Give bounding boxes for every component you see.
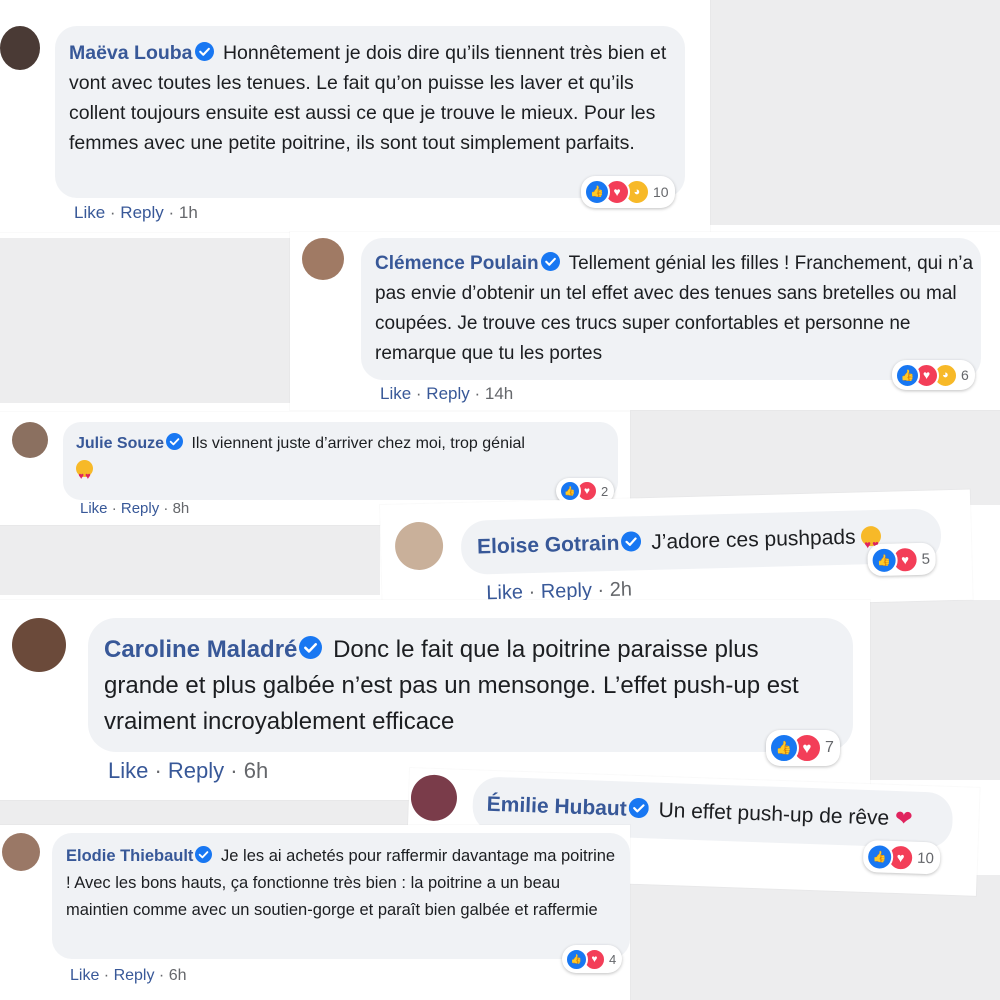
reaction-count: 2 (601, 483, 609, 499)
avatar[interactable] (2, 833, 40, 871)
like-reaction-icon: 👍 (769, 733, 799, 763)
like-link[interactable]: Like (70, 967, 99, 984)
reply-link[interactable]: Reply (121, 500, 159, 517)
red-heart-emoji-icon: ❤ (894, 806, 914, 831)
like-link[interactable]: Like (380, 384, 411, 403)
comment-bubble: Clémence Poulain Tellement génial les fi… (361, 238, 981, 380)
commenter-name[interactable]: Maëva Louba (69, 42, 193, 64)
reaction-count: 6 (961, 367, 969, 383)
like-link[interactable]: Like (108, 758, 148, 783)
reaction-summary[interactable]: 👍 ♥ ◕ 6 (892, 360, 975, 390)
reaction-summary[interactable]: 👍 ♥ 10 (862, 839, 941, 875)
verified-badge-icon (621, 531, 642, 552)
background-patch (0, 525, 380, 595)
comment-card: Clémence Poulain Tellement génial les fi… (290, 232, 1000, 410)
comment-text: Un effet push-up de rêve (658, 798, 890, 830)
reaction-summary[interactable]: 👍 ♥ ◕ 10 (581, 176, 675, 208)
avatar[interactable] (410, 774, 458, 822)
like-reaction-icon: 👍 (565, 947, 588, 971)
commenter-name[interactable]: Clémence Poulain (375, 253, 539, 274)
heart-eyes-emoji-icon (76, 460, 93, 489)
avatar[interactable] (394, 521, 444, 571)
background-patch (0, 800, 410, 825)
reaction-count: 4 (609, 951, 617, 967)
comment-actions: Like · Reply · 6h (70, 967, 187, 984)
timestamp[interactable]: 6h (244, 758, 268, 783)
comment-text: Ils viennent juste d’arriver chez moi, t… (191, 435, 525, 452)
like-reaction-icon: 👍 (559, 480, 581, 502)
commenter-name[interactable]: Julie Souze (76, 435, 164, 452)
comment-bubble: Maëva Louba Honnêtement je dois dire qu’… (55, 26, 685, 208)
comment-text: J’adore ces pushpads (650, 525, 856, 554)
avatar[interactable] (12, 618, 66, 672)
timestamp[interactable]: 1h (179, 203, 198, 222)
reply-link[interactable]: Reply (168, 758, 224, 783)
reply-link[interactable]: Reply (426, 384, 469, 403)
reaction-count: 10 (653, 184, 669, 200)
commenter-name[interactable]: Eloise Gotrain (477, 532, 620, 559)
like-reaction-icon: 👍 (584, 179, 610, 205)
reaction-count: 10 (916, 849, 935, 867)
avatar[interactable] (0, 26, 40, 70)
reply-link[interactable]: Reply (114, 967, 155, 984)
verified-badge-icon (195, 846, 213, 863)
avatar[interactable] (12, 422, 48, 458)
reply-link[interactable]: Reply (120, 203, 163, 222)
comment-card: Elodie Thiebault Je les ai achetés pour … (0, 825, 630, 1000)
comment-card: Maëva Louba Honnêtement je dois dire qu’… (0, 0, 710, 232)
verified-badge-icon (194, 42, 214, 61)
comment-actions: Like · Reply · 14h (380, 384, 514, 403)
reaction-summary[interactable]: 👍 ♥ 5 (867, 542, 937, 577)
reaction-summary[interactable]: 👍 ♥ 7 (766, 730, 840, 766)
like-link[interactable]: Like (80, 500, 108, 517)
timestamp[interactable]: 2h (609, 578, 632, 601)
reaction-summary[interactable]: 👍 ♥ 4 (562, 945, 623, 973)
avatar[interactable] (302, 238, 344, 280)
background-patch (870, 600, 1000, 780)
verified-badge-icon (299, 636, 323, 659)
comment-actions: Like · Reply · 6h (108, 758, 269, 783)
comment-bubble: Julie Souze Ils viennent juste d’arriver… (63, 422, 618, 500)
comment-actions: Like · Reply · 1h (74, 203, 198, 222)
like-reaction-icon: 👍 (895, 362, 920, 388)
like-link[interactable]: Like (74, 203, 105, 222)
reaction-count: 5 (921, 550, 931, 568)
comment-bubble: Elodie Thiebault Je les ai achetés pour … (52, 833, 630, 959)
commenter-name[interactable]: Émilie Hubaut (486, 793, 627, 821)
timestamp[interactable]: 6h (169, 967, 187, 984)
like-reaction-icon: 👍 (865, 842, 894, 871)
verified-badge-icon (628, 797, 650, 819)
comment-actions: Like · Reply · 8h (80, 500, 190, 517)
timestamp[interactable]: 14h (485, 384, 513, 403)
commenter-name[interactable]: Elodie Thiebault (66, 847, 193, 865)
comment-card: Eloise Gotrain J’adore ces pushpads 👍 ♥ … (380, 489, 973, 615)
background-patch (710, 0, 1000, 225)
verified-badge-icon (166, 433, 184, 450)
like-reaction-icon: 👍 (870, 545, 898, 574)
reaction-count: 7 (825, 739, 834, 756)
comment-bubble: Caroline Maladré Donc le fait que la poi… (88, 618, 853, 752)
timestamp[interactable]: 8h (173, 500, 190, 517)
verified-badge-icon (540, 252, 560, 271)
background-patch (0, 238, 290, 403)
commenter-name[interactable]: Caroline Maladré (104, 636, 297, 663)
